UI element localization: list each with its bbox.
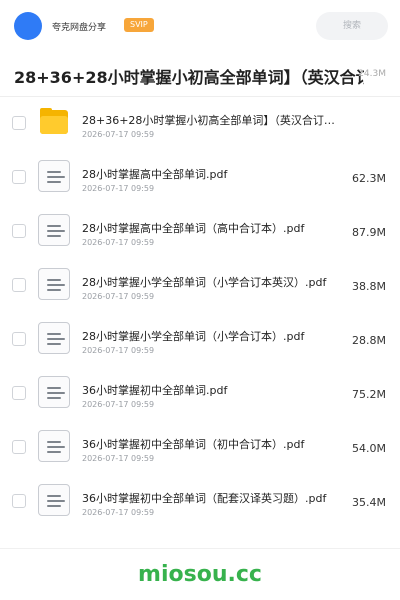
- file-size: 35.4M: [352, 496, 386, 509]
- document-icon: [38, 484, 70, 516]
- list-item[interactable]: 28小时掌握高中全部单词（高中合订本）.pdf 2026-07-17 09:59 8…: [0, 206, 400, 260]
- list-item[interactable]: 28+36+28小时掌握小初高全部单词】（英汉合订… 2026-07-17 09:…: [0, 98, 400, 152]
- select-checkbox[interactable]: [12, 170, 26, 184]
- document-icon: [38, 430, 70, 462]
- select-checkbox[interactable]: [12, 332, 26, 346]
- file-date: 2026-07-17 09:59: [82, 292, 155, 301]
- avatar[interactable]: [14, 12, 42, 40]
- file-name[interactable]: 28小时掌握高中全部单词（高中合订本）.pdf: [82, 220, 342, 236]
- divider: [0, 96, 400, 97]
- file-size: 62.3M: [352, 172, 386, 185]
- title-row: 28+36+28小时掌握小初高全部单词】（英汉合订本） 24.3M: [0, 60, 400, 92]
- file-name[interactable]: 28小时掌握高中全部单词.pdf: [82, 166, 342, 182]
- list-item[interactable]: 36小时掌握初中全部单词.pdf 2026-07-17 09:59 75.2M: [0, 368, 400, 422]
- header: 夸克网盘分享 SVIP 搜索: [0, 0, 400, 52]
- folder-icon: [38, 106, 70, 138]
- select-checkbox[interactable]: [12, 224, 26, 238]
- list-item[interactable]: 36小时掌握初中全部单词（初中合订本）.pdf 2026-07-17 09:59 5…: [0, 422, 400, 476]
- list-item[interactable]: 36小时掌握初中全部单词（配套汉译英习题）.pdf 2026-07-17 09:5…: [0, 476, 400, 530]
- file-size: 38.8M: [352, 280, 386, 293]
- file-date: 2026-07-17 09:59: [82, 130, 155, 139]
- file-name[interactable]: 28小时掌握小学全部单词（小学合订本英汉）.pdf: [82, 274, 342, 290]
- select-checkbox[interactable]: [12, 494, 26, 508]
- file-size: 54.0M: [352, 442, 386, 455]
- list-item[interactable]: 28小时掌握小学全部单词（小学合订本英汉）.pdf 2026-07-17 09:5…: [0, 260, 400, 314]
- vip-badge: SVIP: [124, 18, 154, 32]
- file-name[interactable]: 36小时掌握初中全部单词（初中合订本）.pdf: [82, 436, 342, 452]
- file-name[interactable]: 36小时掌握初中全部单词（配套汉译英习题）.pdf: [82, 490, 342, 506]
- file-date: 2026-07-17 09:59: [82, 238, 155, 247]
- file-name[interactable]: 28+36+28小时掌握小初高全部单词】（英汉合订…: [82, 112, 342, 128]
- document-icon: [38, 268, 70, 300]
- file-date: 2026-07-17 09:59: [82, 346, 155, 355]
- file-size: 28.8M: [352, 334, 386, 347]
- page-title: 28+36+28小时掌握小初高全部单词】（英汉合订本）: [14, 68, 364, 87]
- select-checkbox[interactable]: [12, 278, 26, 292]
- file-date: 2026-07-17 09:59: [82, 400, 155, 409]
- search-input[interactable]: 搜索: [316, 12, 388, 40]
- document-icon: [38, 160, 70, 192]
- footer-divider: [0, 548, 400, 549]
- file-name[interactable]: 36小时掌握初中全部单词.pdf: [82, 382, 342, 398]
- file-name[interactable]: 28小时掌握小学全部单词（小学合订本）.pdf: [82, 328, 342, 344]
- select-checkbox[interactable]: [12, 440, 26, 454]
- list-item[interactable]: 28小时掌握高中全部单词.pdf 2026-07-17 09:59 62.3M: [0, 152, 400, 206]
- file-list: 28+36+28小时掌握小初高全部单词】（英汉合订… 2026-07-17 09:…: [0, 98, 400, 530]
- document-icon: [38, 376, 70, 408]
- watermark: miosou.cc: [138, 562, 262, 587]
- select-checkbox[interactable]: [12, 116, 26, 130]
- file-date: 2026-07-17 09:59: [82, 184, 155, 193]
- file-size: 75.2M: [352, 388, 386, 401]
- file-date: 2026-07-17 09:59: [82, 454, 155, 463]
- file-size: 87.9M: [352, 226, 386, 239]
- file-date: 2026-07-17 09:59: [82, 508, 155, 517]
- document-icon: [38, 214, 70, 246]
- title-size: 24.3M: [358, 69, 386, 79]
- list-item[interactable]: 28小时掌握小学全部单词（小学合订本）.pdf 2026-07-17 09:59 2…: [0, 314, 400, 368]
- document-icon: [38, 322, 70, 354]
- user-name[interactable]: 夸克网盘分享: [52, 20, 106, 33]
- select-checkbox[interactable]: [12, 386, 26, 400]
